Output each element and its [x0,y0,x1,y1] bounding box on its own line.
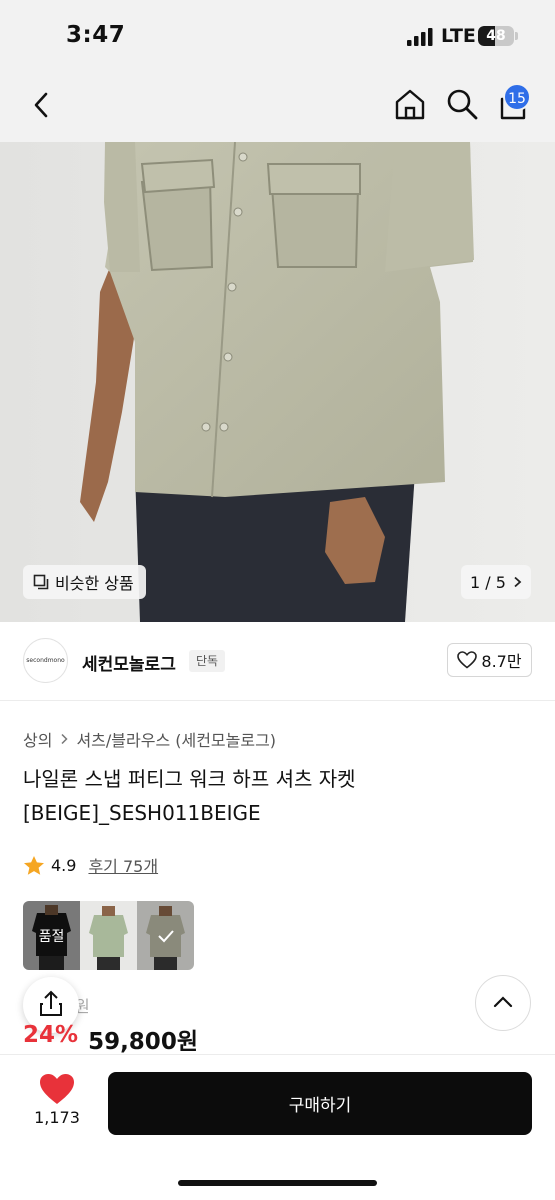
review-count-link[interactable]: 후기 75개 [88,853,158,877]
home-indicator [178,1180,377,1186]
signal-icon [407,28,433,46]
sold-out-overlay: 품절 [23,901,80,970]
home-icon[interactable] [393,87,427,121]
discount-rate: 24% [23,1022,79,1048]
heart-icon[interactable] [38,1072,76,1106]
swatch-sage-image [80,901,137,970]
chevron-up-icon [493,996,513,1008]
battery-level: 48 [486,28,506,44]
chevron-right-icon [514,576,522,588]
cart-count-badge: 15 [503,83,531,111]
exclusive-badge: 단독 [189,650,226,672]
brand-logo[interactable]: secondmono [23,638,68,683]
star-icon [24,855,44,875]
top-nav: 15 [0,70,555,142]
similar-products-button[interactable]: 비슷한 상품 [23,565,146,599]
back-chevron-icon[interactable] [28,90,56,120]
battery-tip [515,32,518,40]
rating-value: 4.9 [51,855,77,875]
search-icon[interactable] [445,87,479,121]
check-icon [157,929,174,942]
scroll-top-button[interactable] [475,975,531,1031]
brand-logo-text: secondmono [26,657,65,664]
swatch-beige[interactable] [137,901,194,970]
sale-price: 59,800원 [88,1029,198,1055]
rating-row: 4.9 후기 75개 [23,853,158,877]
breadcrumb-category[interactable]: 상의 [23,727,52,751]
swatch-black[interactable]: 품절 [23,901,80,970]
product-image[interactable]: 비슷한 상품 1 / 5 [0,142,555,622]
color-options: 품절 [23,901,194,970]
buy-button-label: 구매하기 [288,1096,352,1116]
brand-name[interactable]: 세컨모놀로그 [82,650,176,675]
counter-text: 1 / 5 [470,572,506,592]
like-count: 1,173 [34,1108,80,1127]
swatch-sage[interactable] [80,901,137,970]
battery-icon: 48 [478,26,514,46]
similar-products-label: 비슷한 상품 [55,574,134,593]
price-row: 24% 59,800원 [23,1022,198,1056]
status-time: 3:47 [66,22,126,48]
buy-button[interactable]: 구매하기 [108,1072,532,1135]
product-title: 나일론 스냅 퍼티그 워크 하프 셔츠 자켓 [BEIGE]_SESH011BE… [23,767,356,825]
image-page-counter[interactable]: 1 / 5 [461,565,531,599]
brand-like-count: 8.7만 [481,652,522,671]
heart-outline-icon [457,651,478,669]
copy-icon [33,574,49,590]
product-photo [0,142,555,622]
selected-overlay [137,901,194,970]
sold-out-label: 품절 [38,928,65,945]
network-label: LTE [441,25,476,47]
breadcrumb: 상의 셔츠/블라우스 (세컨모놀로그) [23,727,276,751]
chevron-right-icon [61,733,69,745]
product-page: 3:47 LTE 48 15 비슷한 상품 1 / 5 secondmono 세… [0,0,555,1200]
status-bar: 3:47 LTE 48 [0,0,555,70]
brand-like-button[interactable]: 8.7만 [447,643,532,677]
divider [0,700,555,701]
breadcrumb-subcategory[interactable]: 셔츠/블라우스 (세컨모놀로그) [76,727,276,751]
